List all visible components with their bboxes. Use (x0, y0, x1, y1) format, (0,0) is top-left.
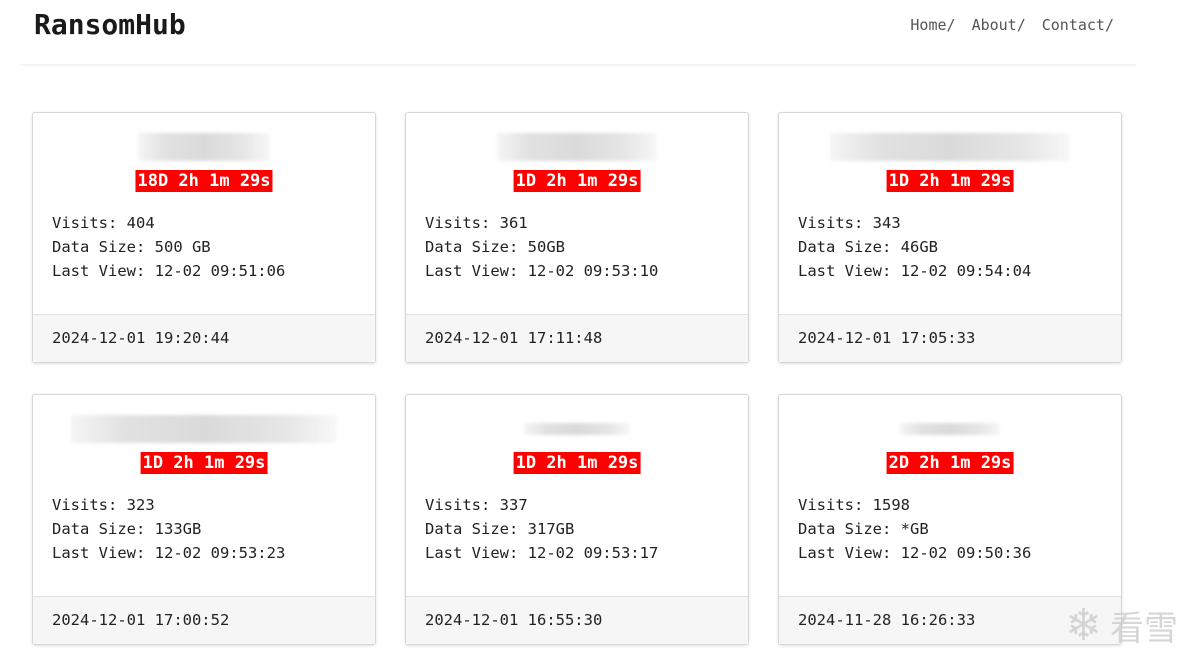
card-stats: Visits: 337 Data Size: 317GB Last View: … (425, 493, 658, 565)
countdown-timer: 1D 2h 1m 29s (886, 170, 1014, 192)
card-footer-date: 2024-12-01 19:20:44 (33, 314, 375, 362)
last-view: Last View: 12-02 09:53:10 (425, 262, 659, 280)
redacted-name (497, 133, 657, 161)
last-view: Last View: 12-02 09:50:36 (798, 544, 1032, 562)
card-stats: Visits: 1598 Data Size: *GB Last View: 1… (798, 493, 1031, 565)
countdown-timer: 1D 2h 1m 29s (513, 170, 641, 192)
card-footer-date: 2024-12-01 17:00:52 (33, 596, 375, 644)
card-footer-date: 2024-12-01 17:05:33 (779, 314, 1121, 362)
last-view: Last View: 12-02 09:53:17 (425, 544, 659, 562)
victim-card[interactable]: 18D 2h 1m 29s Visits: 404 Data Size: 500… (32, 112, 376, 363)
visits-count: Visits: 337 (425, 496, 528, 514)
last-view: Last View: 12-02 09:53:23 (52, 544, 286, 562)
redacted-name (830, 133, 1070, 161)
card-stats: Visits: 404 Data Size: 500 GB Last View:… (52, 211, 285, 283)
data-size: Data Size: 50GB (425, 238, 565, 256)
redacted-name (524, 423, 630, 435)
victim-card[interactable]: 1D 2h 1m 29s Visits: 337 Data Size: 317G… (405, 394, 749, 645)
data-size: Data Size: *GB (798, 520, 929, 538)
visits-count: Visits: 404 (52, 214, 155, 232)
card-stats: Visits: 343 Data Size: 46GB Last View: 1… (798, 211, 1031, 283)
data-size: Data Size: 46GB (798, 238, 938, 256)
countdown-timer: 1D 2h 1m 29s (513, 452, 641, 474)
site-logo[interactable]: RansomHub (34, 8, 186, 41)
data-size: Data Size: 317GB (425, 520, 575, 538)
visits-count: Visits: 1598 (798, 496, 910, 514)
card-stats: Visits: 361 Data Size: 50GB Last View: 1… (425, 211, 658, 283)
nav-about-link[interactable]: About/ (972, 16, 1026, 34)
site-header: RansomHub Home/ About/ Contact/ (20, 0, 1136, 66)
watermark-text: 看雪 (1110, 609, 1178, 649)
watermark: ❄ 看雪 (1065, 600, 1178, 651)
victim-card[interactable]: 1D 2h 1m 29s Visits: 361 Data Size: 50GB… (405, 112, 749, 363)
redacted-name (900, 423, 1000, 435)
card-footer-date: 2024-12-01 16:55:30 (406, 596, 748, 644)
card-stats: Visits: 323 Data Size: 133GB Last View: … (52, 493, 285, 565)
redacted-name (71, 415, 337, 443)
victim-card-grid: 18D 2h 1m 29s Visits: 404 Data Size: 500… (32, 112, 1126, 652)
redacted-name (138, 133, 270, 161)
nav-home-link[interactable]: Home/ (910, 16, 955, 34)
victim-card[interactable]: 1D 2h 1m 29s Visits: 323 Data Size: 133G… (32, 394, 376, 645)
last-view: Last View: 12-02 09:54:04 (798, 262, 1032, 280)
snowflake-icon: ❄ (1065, 600, 1102, 651)
last-view: Last View: 12-02 09:51:06 (52, 262, 286, 280)
countdown-timer: 1D 2h 1m 29s (140, 452, 268, 474)
victim-card[interactable]: 1D 2h 1m 29s Visits: 343 Data Size: 46GB… (778, 112, 1122, 363)
countdown-timer: 2D 2h 1m 29s (886, 452, 1014, 474)
visits-count: Visits: 323 (52, 496, 155, 514)
nav-contact-link[interactable]: Contact/ (1042, 16, 1114, 34)
main-nav: Home/ About/ Contact/ (910, 16, 1114, 34)
card-footer-date: 2024-12-01 17:11:48 (406, 314, 748, 362)
visits-count: Visits: 343 (798, 214, 901, 232)
data-size: Data Size: 500 GB (52, 238, 211, 256)
data-size: Data Size: 133GB (52, 520, 202, 538)
visits-count: Visits: 361 (425, 214, 528, 232)
countdown-timer: 18D 2h 1m 29s (135, 170, 273, 192)
